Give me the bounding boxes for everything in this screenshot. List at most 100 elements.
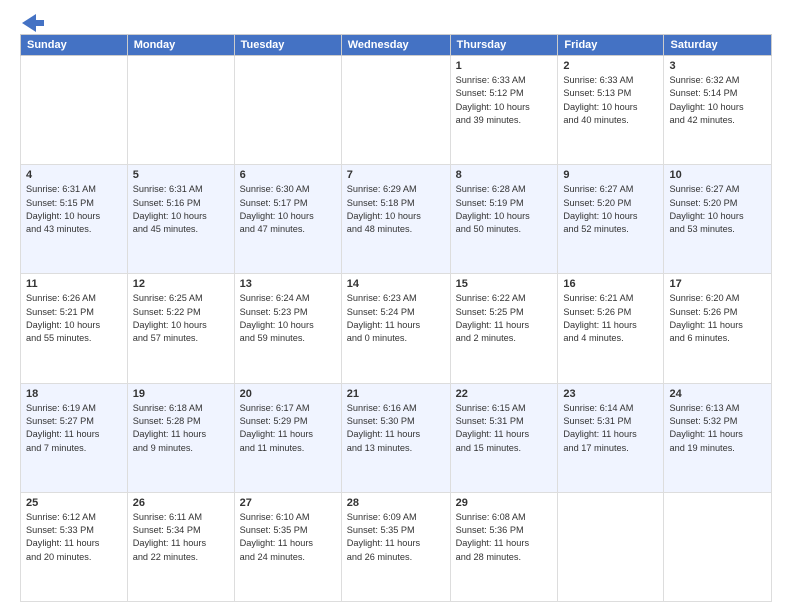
day-number: 23 <box>563 388 658 400</box>
table-row: 4 Sunrise: 6:31 AM Sunset: 5:15 PM Daylig… <box>21 165 128 274</box>
table-row: 10Sunrise: 6:27 AM Sunset: 5:20 PM Dayli… <box>664 165 772 274</box>
table-row: 15 Sunrise: 6:22 AM Sunset: 5:25 PM Dayli… <box>450 274 558 383</box>
table-row: 12 Sunrise: 6:25 AM Sunset: 5:22 PM Dayli… <box>127 274 234 383</box>
day-info: Sunrise: 6:33 AM Sunset: 5:12 PM Dayligh… <box>456 74 553 127</box>
day-info: Sunrise: 6:16 AM Sunset: 5:30 PM Dayligh… <box>347 402 445 455</box>
calendar-week-row: 1 Sunrise: 6:33 AM Sunset: 5:12 PM Daylig… <box>21 56 772 165</box>
day-number: 26 <box>133 497 229 509</box>
table-row: 9 Sunrise: 6:27 AM Sunset: 5:20 PM Daylig… <box>558 165 664 274</box>
calendar-page: Sunday Monday Tuesday Wednesday Thursday… <box>0 0 792 612</box>
day-number: 25 <box>26 497 122 509</box>
day-number: 2 <box>563 60 658 72</box>
calendar-week-row: 18 Sunrise: 6:19 AM Sunset: 5:27 PM Dayli… <box>21 383 772 492</box>
table-row: 20 Sunrise: 6:17 AM Sunset: 5:29 PM Dayli… <box>234 383 341 492</box>
day-number: 16 <box>563 278 658 290</box>
col-friday: Friday <box>558 35 664 56</box>
day-number: 14 <box>347 278 445 290</box>
day-number: 3 <box>669 60 766 72</box>
table-row: 5 Sunrise: 6:31 AM Sunset: 5:16 PM Daylig… <box>127 165 234 274</box>
col-saturday: Saturday <box>664 35 772 56</box>
table-row: 8Sunrise: 6:28 AM Sunset: 5:19 PM Daylig… <box>450 165 558 274</box>
day-number: 4 <box>26 169 122 181</box>
logo <box>20 16 44 32</box>
table-row: 7 Sunrise: 6:29 AM Sunset: 5:18 PM Daylig… <box>341 165 450 274</box>
table-row: 23 Sunrise: 6:14 AM Sunset: 5:31 PM Dayli… <box>558 383 664 492</box>
col-wednesday: Wednesday <box>341 35 450 56</box>
col-tuesday: Tuesday <box>234 35 341 56</box>
day-number: 20 <box>240 388 336 400</box>
day-number: 15 <box>456 278 553 290</box>
day-info: Sunrise: 6:32 AM Sunset: 5:14 PM Dayligh… <box>669 74 766 127</box>
table-row: 18 Sunrise: 6:19 AM Sunset: 5:27 PM Dayli… <box>21 383 128 492</box>
day-number: 22 <box>456 388 553 400</box>
day-info: Sunrise: 6:27 AM Sunset: 5:20 PM Dayligh… <box>563 183 658 236</box>
table-row: 22 Sunrise: 6:15 AM Sunset: 5:31 PM Dayli… <box>450 383 558 492</box>
table-row <box>341 56 450 165</box>
table-row: 16 Sunrise: 6:21 AM Sunset: 5:26 PM Dayli… <box>558 274 664 383</box>
day-info: Sunrise: 6:22 AM Sunset: 5:25 PM Dayligh… <box>456 292 553 345</box>
day-number: 10 <box>669 169 766 181</box>
table-row: 11 Sunrise: 6:26 AM Sunset: 5:21 PM Dayli… <box>21 274 128 383</box>
day-info: Sunrise: 6:31 AM Sunset: 5:16 PM Dayligh… <box>133 183 229 236</box>
day-number: 29 <box>456 497 553 509</box>
table-row: 28Sunrise: 6:09 AM Sunset: 5:35 PM Dayli… <box>341 492 450 601</box>
table-row <box>21 56 128 165</box>
day-number: 11 <box>26 278 122 290</box>
day-number: 13 <box>240 278 336 290</box>
table-row: 29 Sunrise: 6:08 AM Sunset: 5:36 PM Dayli… <box>450 492 558 601</box>
day-info: Sunrise: 6:33 AM Sunset: 5:13 PM Dayligh… <box>563 74 658 127</box>
day-number: 8 <box>456 169 553 181</box>
table-row: 13 Sunrise: 6:24 AM Sunset: 5:23 PM Dayli… <box>234 274 341 383</box>
day-number: 7 <box>347 169 445 181</box>
day-number: 9 <box>563 169 658 181</box>
table-row: 3 Sunrise: 6:32 AM Sunset: 5:14 PM Daylig… <box>664 56 772 165</box>
day-number: 24 <box>669 388 766 400</box>
table-row: 14Sunrise: 6:23 AM Sunset: 5:24 PM Dayli… <box>341 274 450 383</box>
day-number: 19 <box>133 388 229 400</box>
day-info: Sunrise: 6:09 AM Sunset: 5:35 PM Dayligh… <box>347 511 445 564</box>
day-info: Sunrise: 6:12 AM Sunset: 5:33 PM Dayligh… <box>26 511 122 564</box>
calendar-table: Sunday Monday Tuesday Wednesday Thursday… <box>20 34 772 602</box>
day-info: Sunrise: 6:13 AM Sunset: 5:32 PM Dayligh… <box>669 402 766 455</box>
table-row: 21Sunrise: 6:16 AM Sunset: 5:30 PM Dayli… <box>341 383 450 492</box>
day-info: Sunrise: 6:18 AM Sunset: 5:28 PM Dayligh… <box>133 402 229 455</box>
day-number: 5 <box>133 169 229 181</box>
day-number: 17 <box>669 278 766 290</box>
day-info: Sunrise: 6:19 AM Sunset: 5:27 PM Dayligh… <box>26 402 122 455</box>
table-row: 24 Sunrise: 6:13 AM Sunset: 5:32 PM Dayli… <box>664 383 772 492</box>
table-row: 17Sunrise: 6:20 AM Sunset: 5:26 PM Dayli… <box>664 274 772 383</box>
logo-area <box>20 16 44 28</box>
day-number: 12 <box>133 278 229 290</box>
table-row: 27Sunrise: 6:10 AM Sunset: 5:35 PM Dayli… <box>234 492 341 601</box>
table-row <box>558 492 664 601</box>
day-info: Sunrise: 6:26 AM Sunset: 5:21 PM Dayligh… <box>26 292 122 345</box>
table-row: 1 Sunrise: 6:33 AM Sunset: 5:12 PM Daylig… <box>450 56 558 165</box>
day-number: 1 <box>456 60 553 72</box>
table-row: 6Sunrise: 6:30 AM Sunset: 5:17 PM Daylig… <box>234 165 341 274</box>
day-number: 18 <box>26 388 122 400</box>
day-info: Sunrise: 6:24 AM Sunset: 5:23 PM Dayligh… <box>240 292 336 345</box>
logo-arrow-icon <box>22 14 44 32</box>
day-info: Sunrise: 6:14 AM Sunset: 5:31 PM Dayligh… <box>563 402 658 455</box>
calendar-header-row: Sunday Monday Tuesday Wednesday Thursday… <box>21 35 772 56</box>
table-row <box>127 56 234 165</box>
day-info: Sunrise: 6:31 AM Sunset: 5:15 PM Dayligh… <box>26 183 122 236</box>
table-row: 19 Sunrise: 6:18 AM Sunset: 5:28 PM Dayli… <box>127 383 234 492</box>
day-info: Sunrise: 6:17 AM Sunset: 5:29 PM Dayligh… <box>240 402 336 455</box>
day-info: Sunrise: 6:11 AM Sunset: 5:34 PM Dayligh… <box>133 511 229 564</box>
day-info: Sunrise: 6:29 AM Sunset: 5:18 PM Dayligh… <box>347 183 445 236</box>
day-info: Sunrise: 6:21 AM Sunset: 5:26 PM Dayligh… <box>563 292 658 345</box>
day-info: Sunrise: 6:15 AM Sunset: 5:31 PM Dayligh… <box>456 402 553 455</box>
day-info: Sunrise: 6:30 AM Sunset: 5:17 PM Dayligh… <box>240 183 336 236</box>
calendar-week-row: 11 Sunrise: 6:26 AM Sunset: 5:21 PM Dayli… <box>21 274 772 383</box>
day-info: Sunrise: 6:08 AM Sunset: 5:36 PM Dayligh… <box>456 511 553 564</box>
day-number: 27 <box>240 497 336 509</box>
col-thursday: Thursday <box>450 35 558 56</box>
table-row <box>234 56 341 165</box>
day-info: Sunrise: 6:25 AM Sunset: 5:22 PM Dayligh… <box>133 292 229 345</box>
table-row: 25 Sunrise: 6:12 AM Sunset: 5:33 PM Dayli… <box>21 492 128 601</box>
page-header <box>20 16 772 28</box>
table-row: 26 Sunrise: 6:11 AM Sunset: 5:34 PM Dayli… <box>127 492 234 601</box>
col-sunday: Sunday <box>21 35 128 56</box>
table-row: 2 Sunrise: 6:33 AM Sunset: 5:13 PM Daylig… <box>558 56 664 165</box>
